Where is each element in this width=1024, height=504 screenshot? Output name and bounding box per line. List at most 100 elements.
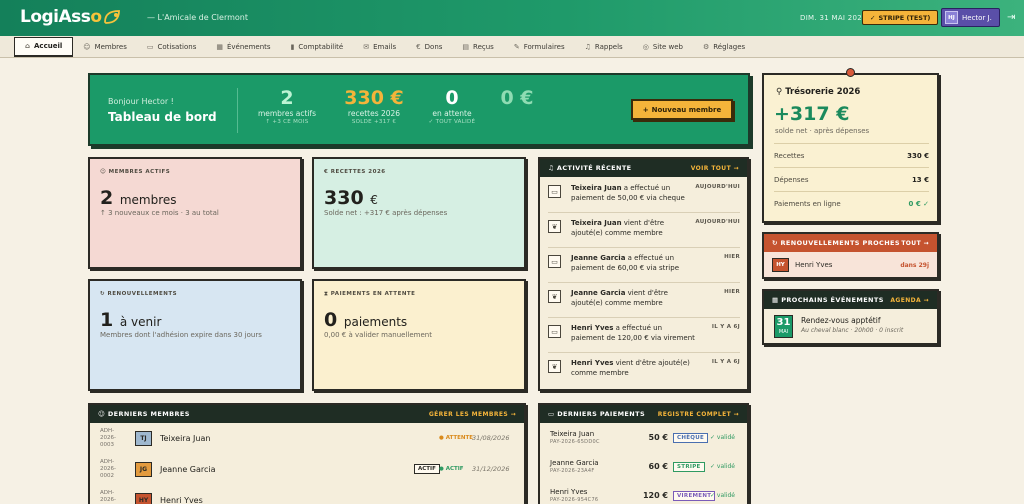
card-label: ⧗ PAIEMENTS EN ATTENTE	[324, 291, 416, 297]
activity-text: Teixeira Juan a effectué un paiement de …	[571, 184, 685, 202]
tab-re-us[interactable]: ▤ Reçus	[452, 36, 503, 58]
payment-ref: PAY-2026-65DD0C	[550, 439, 600, 445]
tab-cotisations[interactable]: ▭ Cotisations	[137, 36, 206, 58]
member-name[interactable]: Jeanne Garcia	[160, 465, 216, 474]
panel-header: ▭ DERNIERS PAIEMENTS REGISTRE COMPLET →	[540, 405, 747, 423]
tab-site-web[interactable]: ◎ Site web	[633, 36, 693, 58]
kpi-sub: SOLDE +317 €	[351, 119, 397, 125]
card-value: 0 paiements	[324, 309, 408, 331]
member-id: ADH-2026-0003	[100, 428, 116, 448]
payment-method-badge: STRIPE	[673, 462, 705, 472]
card-value: 1 à venir	[100, 309, 162, 331]
tab-dons[interactable]: € Dons	[406, 36, 452, 58]
greeting: Bonjour Hector !	[108, 97, 174, 106]
divider	[774, 143, 929, 144]
upcoming-renewals-panel: ↻ RENOUVELLEMENTS PROCHES TOUT → HY Henr…	[762, 232, 939, 279]
tab-réglages[interactable]: ⚙ Réglages	[693, 36, 755, 58]
kpi-members: 2 membres actifs ↑ +3 CE MOIS	[252, 87, 322, 125]
kpi-value: 0	[445, 87, 459, 109]
logout-icon[interactable]: ⇥	[1007, 12, 1015, 23]
tab-emails[interactable]: ✉ Emails	[353, 36, 406, 58]
activity-item[interactable]: ❦ Henri Yves vient d'être ajouté(e) comme…	[548, 358, 740, 392]
app-logo[interactable]: LogiAsso	[20, 7, 102, 27]
activity-time: AUJOURD'HUI	[695, 184, 740, 190]
refresh-icon: ↻	[100, 291, 108, 297]
kpi-label: recettes 2026	[347, 109, 401, 118]
tab-membres[interactable]: ☺ Membres	[73, 36, 137, 58]
member-status: ● ACTIF	[439, 466, 464, 472]
calendar-icon: ▦	[772, 296, 782, 304]
tab-formulaires[interactable]: ✎ Formulaires	[504, 36, 575, 58]
kpi-revenue: 330 € recettes 2026 SOLDE +317 €	[334, 87, 414, 125]
member-expiry: 31/12/2026	[472, 465, 510, 473]
euro-icon: €	[324, 169, 331, 175]
payment-row[interactable]: Teixeira Juan PAY-2026-65DD0C 50 € CHÈQUE ✓ …	[548, 430, 748, 456]
table-row[interactable]: ADH-2026-0001 HY Henri Yves	[98, 490, 518, 504]
pin-icon	[846, 68, 855, 77]
kpi-value: 0 €	[500, 87, 534, 109]
kpi-pending: 0 en attente ✓ TOUT VALIDÉ	[420, 87, 484, 125]
agenda-link[interactable]: AGENDA →	[890, 297, 929, 304]
activity-text: Henri Yves vient d'être ajouté(e) comme …	[571, 359, 690, 377]
avatar: TJ	[135, 431, 152, 446]
card-sub: ↑ 3 nouveaux ce mois · 3 au total	[100, 209, 219, 217]
payment-amount: 50 €	[648, 433, 668, 442]
event-name[interactable]: Rendez-vous apptétif	[801, 316, 880, 325]
form-icon: ✎	[513, 42, 520, 51]
divider	[548, 352, 740, 353]
event-day: 31	[776, 317, 791, 328]
renewals-stat-card[interactable]: ↻ RENOUVELLEMENTS 1 à venir Membres dont…	[88, 279, 302, 391]
stripe-mode-chip[interactable]: ✓ STRIPE (TEST)	[862, 10, 939, 25]
payment-status: ✓ validé	[710, 463, 735, 470]
member-status: ● ATTENTE	[439, 435, 474, 441]
tab-rappels[interactable]: ♫ Rappels	[575, 36, 633, 58]
payment-icon: ▭	[548, 325, 561, 338]
avatar: JG	[135, 462, 152, 477]
calendar-icon: ▦	[216, 42, 223, 51]
panel-header: ☺ DERNIERS MEMBRES GÉRER LES MEMBRES →	[90, 405, 524, 423]
treasury-balance: +317 €	[774, 103, 850, 125]
activity-text: Jeanne Garcia vient d'être ajouté(e) com…	[571, 289, 668, 307]
card-icon: ▭	[548, 410, 558, 418]
payment-row[interactable]: Jeanne Garcia PAY-2026-23A4F 60 € STRIPE ✓ v…	[548, 459, 748, 485]
leaf-icon: ❦	[548, 290, 561, 303]
pending-stat-card[interactable]: ⧗ PAIEMENTS EN ATTENTE 0 paiements 0,00 …	[312, 279, 526, 391]
member-expiry: 31/08/2026	[472, 434, 510, 442]
tab-comptabilité[interactable]: ▮ Comptabilité	[281, 36, 354, 58]
top-bar: LogiAsso — L'Amicale de Clermont DIM. 31…	[0, 0, 1024, 36]
home-icon: ⌂	[25, 42, 31, 50]
full-register-link[interactable]: REGISTRE COMPLET →	[658, 411, 739, 418]
tab-événements[interactable]: ▦ Événements	[206, 36, 280, 58]
divider	[548, 247, 740, 248]
payment-method-badge: CHÈQUE	[673, 433, 709, 443]
member-name[interactable]: Henri Yves	[160, 496, 203, 504]
event-date-badge: 31 MAI	[774, 315, 793, 338]
users-icon: ☺	[83, 42, 91, 51]
renewal-member-name[interactable]: Henri Yves	[795, 261, 832, 269]
payment-icon: ▭	[548, 255, 561, 268]
dashboard-hero: Bonjour Hector ! Tableau de bord 2 membr…	[88, 73, 750, 146]
payment-icon: ▭	[548, 185, 561, 198]
new-member-button[interactable]: + Nouveau membre	[631, 99, 733, 120]
card-value: 2 membres	[100, 187, 177, 209]
refresh-icon: ↻	[772, 239, 781, 247]
tab-accueil[interactable]: ⌂ Accueil	[14, 36, 74, 57]
euro-icon: €	[416, 42, 421, 51]
payment-row[interactable]: Henri Yves PAY-2026-954C76 120 € VIREMENT ✓ …	[548, 488, 748, 504]
payment-ref: PAY-2026-954C76	[550, 497, 599, 503]
payment-method-badge: VIREMENT	[673, 491, 716, 501]
event-detail: Au cheval blanc · 20h00 · 0 inscrit	[801, 327, 904, 334]
revenue-stat-card[interactable]: € RECETTES 2026 330 € Solde net : +317 €…	[312, 157, 526, 269]
member-name[interactable]: Teixeira Juan	[160, 434, 210, 443]
members-stat-card[interactable]: ☺ MEMBRES ACTIFS 2 membres ↑ 3 nouveaux …	[88, 157, 302, 269]
manage-members-link[interactable]: GÉRER LES MEMBRES →	[429, 411, 516, 418]
table-row[interactable]: ADH-2026-0003 TJ Teixeira Juan ● ATTENTE 31/…	[98, 428, 518, 451]
user-menu[interactable]: HJ Hector J.	[941, 8, 1000, 27]
all-renewals-link[interactable]: TOUT →	[901, 240, 929, 247]
see-all-link[interactable]: VOIR TOUT →	[691, 165, 739, 172]
check-icon: ✓	[870, 13, 876, 22]
kpi-label: membres actifs	[257, 109, 317, 118]
divider	[237, 88, 238, 133]
card-sub: Membres dont l'adhésion expire dans 30 j…	[100, 331, 262, 339]
table-row[interactable]: ADH-2026-0002 JG Jeanne Garcia ACTIF ● ACTIF…	[98, 459, 518, 482]
